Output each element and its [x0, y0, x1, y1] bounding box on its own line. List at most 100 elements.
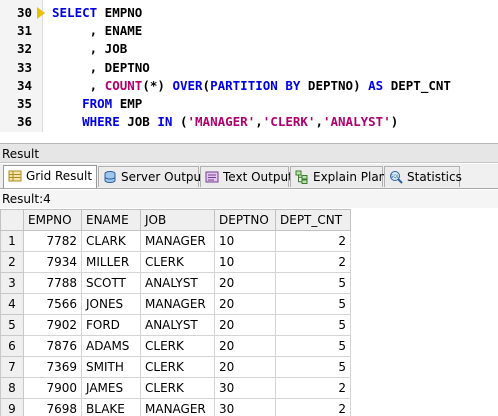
code-line[interactable]: 30 SELECT EMPNO: [0, 4, 498, 22]
cell-ename[interactable]: CLARK: [81, 230, 141, 252]
code-token: 'CLERK': [262, 114, 316, 130]
cell-dept-cnt[interactable]: 5: [275, 335, 351, 357]
table-row[interactable]: 5 7902 FORD ANALYST 20 5: [0, 314, 351, 336]
cell-deptno[interactable]: 20: [214, 356, 276, 378]
cell-job[interactable]: ANALYST: [140, 272, 215, 294]
cell-empno[interactable]: 7698: [23, 398, 82, 416]
code-token: 'ANALYST': [322, 114, 391, 130]
cell-deptno[interactable]: 30: [214, 377, 276, 399]
code-line[interactable]: 33 , DEPTNO: [0, 59, 498, 77]
column-header-dept-cnt[interactable]: DEPT_CNT: [275, 209, 351, 231]
table-row[interactable]: 8 7900 JAMES CLERK 30 2: [0, 377, 351, 399]
cell-dept-cnt[interactable]: 2: [275, 398, 351, 416]
explain-plan-icon: [295, 170, 309, 184]
cell-ename[interactable]: SMITH: [81, 356, 141, 378]
code-token: (: [202, 77, 211, 93]
cell-empno[interactable]: 7900: [23, 377, 82, 399]
tab-text-output[interactable]: Text Output: [200, 166, 293, 187]
column-header-empno[interactable]: EMPNO: [23, 209, 82, 231]
cell-dept-cnt[interactable]: 5: [275, 293, 351, 315]
cell-dept-cnt[interactable]: 2: [275, 230, 351, 252]
cell-deptno[interactable]: 20: [214, 272, 276, 294]
code-token: AS: [368, 77, 384, 93]
cell-dept-cnt[interactable]: 5: [275, 314, 351, 336]
cell-deptno[interactable]: 20: [214, 293, 276, 315]
cell-job[interactable]: MANAGER: [140, 398, 215, 416]
result-grid[interactable]: EMPNO ENAME JOB DEPTNO DEPT_CNT 1 7782 CLA…: [0, 209, 351, 416]
code-token: ,: [52, 77, 105, 93]
svg-text:SQL: SQL: [391, 174, 400, 180]
cell-empno[interactable]: 7369: [23, 356, 82, 378]
cell-dept-cnt[interactable]: 2: [275, 377, 351, 399]
cell-job[interactable]: MANAGER: [140, 230, 215, 252]
cell-ename[interactable]: JONES: [81, 293, 141, 315]
table-row[interactable]: 2 7934 MILLER CLERK 10 2: [0, 251, 351, 273]
statistics-icon: SQL: [389, 170, 403, 184]
cell-ename[interactable]: BLAKE: [81, 398, 141, 416]
cell-job[interactable]: CLERK: [140, 335, 215, 357]
cell-empno[interactable]: 7902: [23, 314, 82, 336]
sql-editor[interactable]: 30 SELECT EMPNO 31 , ENAME 32 , JOB 33 , DEP…: [0, 0, 498, 132]
tab-label: Server Output: [121, 170, 206, 184]
cell-empno[interactable]: 7934: [23, 251, 82, 273]
table-row[interactable]: 6 7876 ADAMS CLERK 20 5: [0, 335, 351, 357]
column-header-job[interactable]: JOB: [140, 209, 215, 231]
line-number: 36: [16, 114, 32, 130]
row-number: 7: [0, 356, 24, 378]
tab-server-output[interactable]: Server Output: [98, 166, 206, 187]
cell-deptno[interactable]: 10: [214, 230, 276, 252]
column-header-ename[interactable]: ENAME: [81, 209, 141, 231]
code-line[interactable]: 35 FROM EMP: [0, 95, 498, 113]
cell-job[interactable]: ANALYST: [140, 314, 215, 336]
cell-job[interactable]: CLERK: [140, 356, 215, 378]
grid-header-row: EMPNO ENAME JOB DEPTNO DEPT_CNT: [0, 209, 351, 231]
tab-explain-plan[interactable]: Explain Plan: [290, 166, 386, 187]
cell-job[interactable]: CLERK: [140, 377, 215, 399]
line-number: 37: [2, 131, 32, 132]
cell-deptno[interactable]: 20: [214, 335, 276, 357]
cell-empno[interactable]: 7566: [23, 293, 82, 315]
cell-ename[interactable]: SCOTT: [81, 272, 141, 294]
row-number: 3: [0, 272, 24, 294]
code-line[interactable]: 36 WHERE JOB IN ('MANAGER','CLERK','ANAL…: [0, 113, 498, 131]
table-row[interactable]: 4 7566 JONES MANAGER 20 5: [0, 293, 351, 315]
line-number: 34: [16, 77, 32, 93]
cell-dept-cnt[interactable]: 2: [275, 251, 351, 273]
row-number: 4: [0, 293, 24, 315]
cell-deptno[interactable]: 10: [214, 251, 276, 273]
cell-ename[interactable]: FORD: [81, 314, 141, 336]
code-line[interactable]: 32 , JOB: [0, 40, 498, 58]
server-output-icon: [103, 170, 117, 184]
line-number: 31: [16, 23, 32, 39]
cell-deptno[interactable]: 30: [214, 398, 276, 416]
code-text: WHERE JOB IN ('MANAGER','CLERK','ANALYST…: [52, 113, 398, 131]
cell-ename[interactable]: JAMES: [81, 377, 141, 399]
cell-empno[interactable]: 7876: [23, 335, 82, 357]
code-line[interactable]: 31 , ENAME: [0, 22, 498, 40]
table-row[interactable]: 7 7369 SMITH CLERK 20 5: [0, 356, 351, 378]
code-text: , COUNT(*) OVER(PARTITION BY DEPTNO) AS …: [52, 77, 451, 95]
cell-deptno[interactable]: 20: [214, 314, 276, 336]
cell-dept-cnt[interactable]: 5: [275, 272, 351, 294]
code-line[interactable]: 34 , COUNT(*) OVER(PARTITION BY DEPTNO) …: [0, 77, 498, 95]
cell-ename[interactable]: MILLER: [81, 251, 141, 273]
table-row[interactable]: 9 7698 BLAKE MANAGER 30 2: [0, 398, 351, 416]
cell-dept-cnt[interactable]: 5: [275, 356, 351, 378]
code-line[interactable]: 37 ORDER BY DEPTNO: [0, 131, 498, 132]
code-token: EMP: [112, 96, 143, 111]
row-number: 9: [0, 398, 24, 416]
cell-empno[interactable]: 7782: [23, 230, 82, 252]
table-row[interactable]: 3 7788 SCOTT ANALYST 20 5: [0, 272, 351, 294]
tab-grid-result[interactable]: Grid Result: [3, 165, 97, 188]
code-token: ): [390, 114, 399, 130]
column-header-deptno[interactable]: DEPTNO: [214, 209, 276, 231]
cell-job[interactable]: MANAGER: [140, 293, 215, 315]
cell-ename[interactable]: ADAMS: [81, 335, 141, 357]
row-number: 8: [0, 377, 24, 399]
sql-tool-window: 30 SELECT EMPNO 31 , ENAME 32 , JOB 33 , DEP…: [0, 0, 498, 416]
cell-empno[interactable]: 7788: [23, 272, 82, 294]
cell-job[interactable]: CLERK: [140, 251, 215, 273]
table-row[interactable]: 1 7782 CLARK MANAGER 10 2: [0, 230, 351, 252]
code-token: PARTITION BY: [210, 77, 301, 93]
tab-statistics[interactable]: SQL Statistics: [384, 166, 462, 187]
